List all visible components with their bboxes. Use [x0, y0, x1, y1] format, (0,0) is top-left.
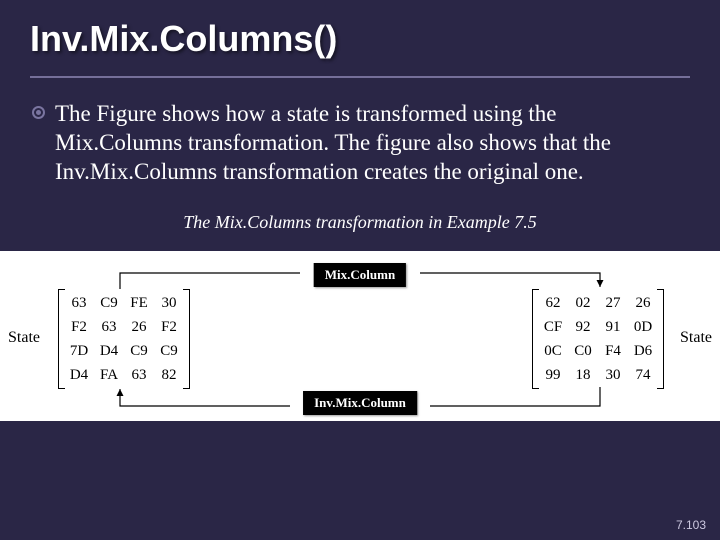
matrix-cell: 91 — [598, 319, 628, 336]
matrix-cell: 63 — [64, 295, 94, 312]
matrix-cell: 62 — [538, 295, 568, 312]
matrix-cell: 30 — [154, 295, 184, 312]
figure-caption: The Mix.Columns transformation in Exampl… — [55, 212, 665, 233]
matrix-cell: 63 — [124, 367, 154, 384]
matrix-cell: F2 — [64, 319, 94, 336]
matrix-cell: 92 — [568, 319, 598, 336]
matrix-cell: F4 — [598, 343, 628, 360]
matrix-cell: 7D — [64, 343, 94, 360]
matrix-cell: 99 — [538, 367, 568, 384]
page-number: 7.103 — [676, 518, 706, 532]
matrix-cell: 30 — [598, 367, 628, 384]
matrix-cell: 26 — [124, 319, 154, 336]
mixcolumn-box: Mix.Column — [314, 263, 406, 287]
bullet-icon — [32, 106, 45, 119]
matrix-cell: C9 — [124, 343, 154, 360]
matrix-cell: C0 — [568, 343, 598, 360]
matrix-cell: FE — [124, 295, 154, 312]
matrix-cell: 0D — [628, 319, 658, 336]
matrix-cell: 27 — [598, 295, 628, 312]
figure-area: State 63C9FE30F26326F27DD4C9C9D4FA6382 M… — [0, 251, 720, 421]
matrix-cell: FA — [94, 367, 124, 384]
matrix-cell: F2 — [154, 319, 184, 336]
matrix-left: 63C9FE30F26326F27DD4C9C9D4FA6382 — [58, 289, 190, 389]
matrix-cell: 63 — [94, 319, 124, 336]
matrix-cell: D6 — [628, 343, 658, 360]
matrix-cell: 02 — [568, 295, 598, 312]
matrix-cell: 26 — [628, 295, 658, 312]
matrix-cell: C9 — [154, 343, 184, 360]
matrix-cell: D4 — [64, 367, 94, 384]
matrix-cell: 82 — [154, 367, 184, 384]
state-label-right: State — [680, 329, 712, 347]
matrix-cell: D4 — [94, 343, 124, 360]
matrix-cell: 0C — [538, 343, 568, 360]
state-label-left: State — [8, 329, 40, 347]
matrix-cell: CF — [538, 319, 568, 336]
matrix-cell: 18 — [568, 367, 598, 384]
matrix-right: 62022726 CF92910D 0CC0F4D6 99183074 — [532, 289, 664, 389]
page-title: Inv.Mix.Columns() — [30, 18, 690, 60]
matrix-cell: C9 — [94, 295, 124, 312]
body-paragraph: The Figure shows how a state is transfor… — [55, 100, 665, 186]
matrix-cell: 74 — [628, 367, 658, 384]
invmixcolumn-box: Inv.Mix.Column — [303, 391, 417, 415]
